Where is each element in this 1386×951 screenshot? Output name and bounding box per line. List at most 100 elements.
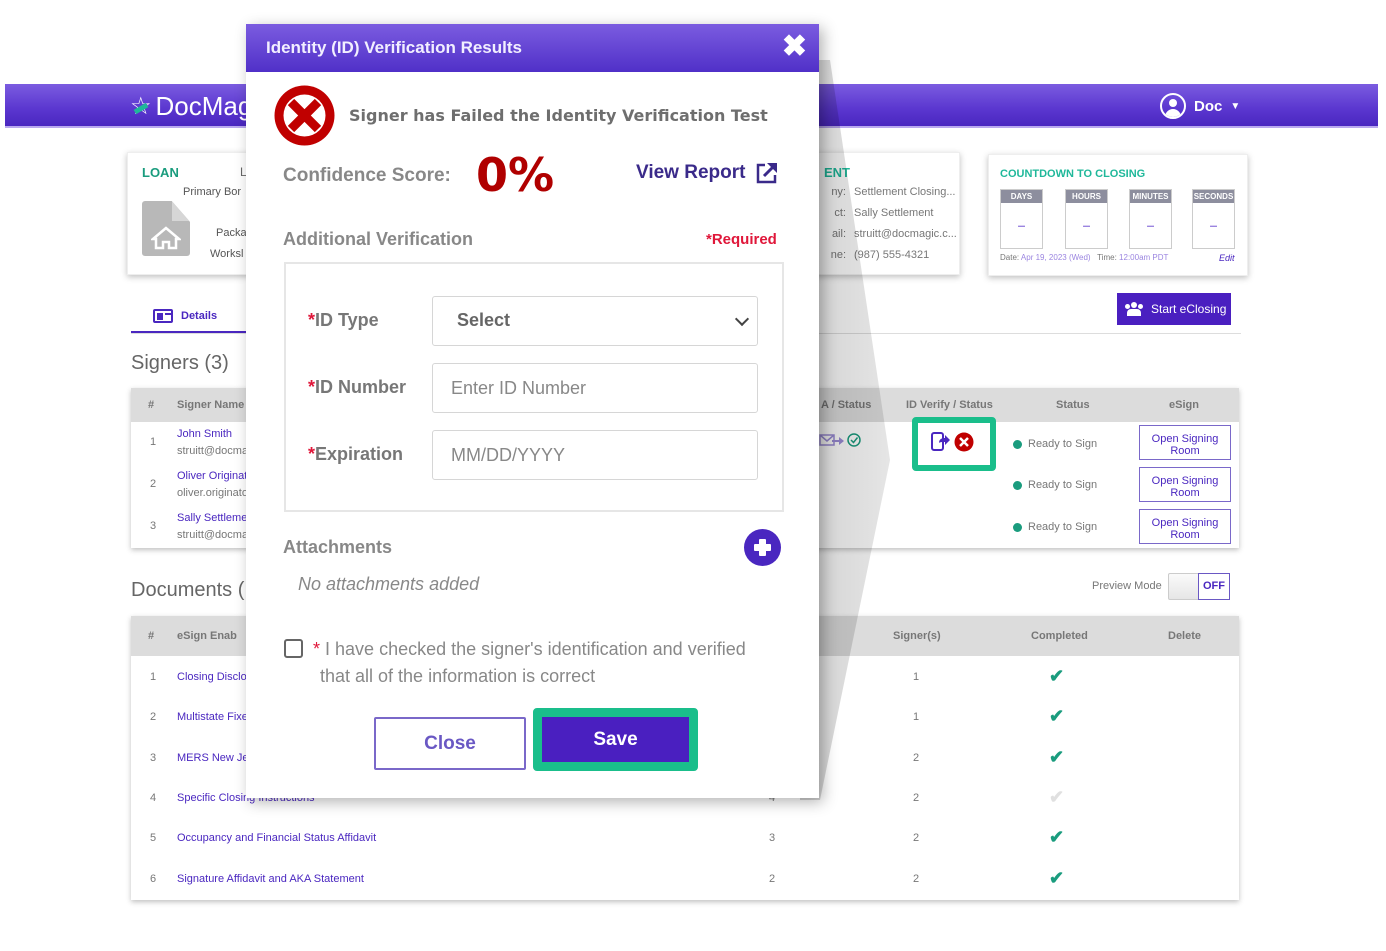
additional-verification-fieldset: *ID Type Select *ID Number *Expiration <box>284 262 784 512</box>
countdown-card: COUNTDOWN TO CLOSING DAYS – HOURS – MINUTE… <box>988 154 1248 276</box>
preview-mode-toggle[interactable]: OFF <box>1168 573 1230 600</box>
mobile-id-send-icon[interactable] <box>931 432 951 452</box>
required-note: *Required <box>706 231 777 248</box>
id-card-icon <box>153 308 173 323</box>
verification-failed-message: Signer has Failed the Identity Verificat… <box>349 106 768 125</box>
countdown-days: DAYS – <box>1000 189 1043 249</box>
identity-confirm-checkbox[interactable] <box>284 639 303 658</box>
tab-details[interactable]: Details <box>131 300 246 334</box>
col-signer-name: Signer Name <box>177 399 245 411</box>
confidence-score-label: Confidence Score: <box>283 165 451 186</box>
start-eclosing-button[interactable]: Start eClosing <box>1117 293 1231 325</box>
countdown-minutes: MINUTES – <box>1129 189 1172 249</box>
col-completed: Completed <box>1031 630 1088 642</box>
view-report-link[interactable]: View Report <box>636 161 779 185</box>
document-signer-count: 2 <box>913 872 920 885</box>
external-link-icon <box>757 163 778 184</box>
id-type-select[interactable]: Select <box>432 296 758 346</box>
completed-check-icon: ✔ <box>1049 666 1065 686</box>
status-dot <box>1013 439 1022 449</box>
closing-date-time: Date: Apr 19, 2023 (Wed) Time: 12:00am P… <box>1000 253 1169 262</box>
primary-borrower-label: Primary Bor <box>183 186 242 198</box>
house-document-icon <box>142 201 190 256</box>
col-id-verify: ID Verify / Status <box>906 399 993 411</box>
col-esign: eSign <box>1169 399 1199 411</box>
signer-name-link[interactable]: Oliver Originat <box>177 470 247 482</box>
view-report-label: View Report <box>636 162 746 183</box>
open-signing-room-button[interactable]: Open Signing Room <box>1139 467 1231 502</box>
id-verify-failed-icon[interactable] <box>954 432 974 452</box>
id-number-label: *ID Number <box>308 377 407 397</box>
col-num: # <box>148 399 155 411</box>
completed-check-icon: ✔ <box>1049 827 1065 848</box>
col-status: Status <box>1056 399 1090 411</box>
save-button[interactable]: Save <box>542 717 689 762</box>
attachments-title: Attachments <box>283 537 393 557</box>
id-type-selected-value: Select <box>457 310 511 330</box>
close-button[interactable]: Close <box>374 717 526 770</box>
countdown-seconds: SECONDS – <box>1192 189 1235 249</box>
package-label: Packa <box>216 227 247 239</box>
user-menu[interactable]: Doc ▼ <box>1160 93 1240 119</box>
document-name-link[interactable]: Signature Affidavit and AKA Statement <box>177 873 364 885</box>
star-logo-icon: ☆ <box>130 93 152 120</box>
expiration-date-input[interactable] <box>432 430 758 480</box>
confidence-score-value: 0% <box>476 148 555 202</box>
modal-header: Identity (ID) Verification Results ✖ <box>246 24 819 72</box>
document-num: 3 <box>150 751 157 764</box>
id-number-input[interactable] <box>432 363 758 413</box>
add-attachment-plus-icon[interactable] <box>744 529 781 566</box>
col-signers: Signer(s) <box>893 630 941 642</box>
worksheet-label: Worksl <box>210 248 244 260</box>
col-esign-enabled: eSign Enab <box>177 630 237 642</box>
start-eclosing-label: Start eClosing <box>1151 302 1227 316</box>
tab-details-label: Details <box>181 309 218 322</box>
document-name-link[interactable]: Multistate Fixe <box>177 711 248 723</box>
document-signer-count: 2 <box>913 832 920 845</box>
user-avatar-icon <box>1160 93 1186 119</box>
document-name-link[interactable]: Occupancy and Financial Status Affidavit <box>177 832 376 844</box>
signers-section-title: Signers (3) <box>131 352 229 374</box>
preview-mode-label: Preview Mode <box>1092 580 1162 592</box>
pending-check-icon: ✔ <box>1049 786 1065 807</box>
document-page-count: 2 <box>769 872 776 885</box>
document-signer-count: 1 <box>913 671 920 683</box>
document-num: 4 <box>150 791 157 804</box>
completed-check-icon: ✔ <box>1049 867 1065 888</box>
identity-confirm-label: * I have checked the signer's identifica… <box>313 639 746 686</box>
document-signer-count: 2 <box>913 791 920 804</box>
document-signer-count: 1 <box>913 711 920 724</box>
status-dot <box>1013 522 1022 532</box>
completed-check-icon: ✔ <box>1049 746 1065 767</box>
edit-closing-link[interactable]: Edit <box>1219 253 1235 263</box>
failed-x-circle-icon <box>274 85 335 146</box>
document-name-link[interactable]: MERS New Je <box>177 752 249 764</box>
document-num: 1 <box>150 671 157 683</box>
countdown-hours: HOURS – <box>1065 189 1108 249</box>
document-name-link[interactable]: Closing Disclo <box>177 671 247 683</box>
modal-title: Identity (ID) Verification Results <box>266 38 522 57</box>
status-dot <box>1013 480 1022 490</box>
completed-check-icon: ✔ <box>1049 706 1065 727</box>
signer-name-link[interactable]: John Smith <box>177 428 232 440</box>
countdown-title: COUNTDOWN TO CLOSING <box>1000 168 1146 180</box>
col-num: # <box>148 630 155 642</box>
modal-close-icon[interactable]: ✖ <box>782 32 807 62</box>
id-verification-modal: Identity (ID) Verification Results ✖ Sig… <box>246 24 819 798</box>
users-group-icon <box>1125 302 1143 316</box>
document-num: 2 <box>150 711 157 724</box>
document-page-count: 3 <box>769 832 776 845</box>
open-signing-room-button[interactable]: Open Signing Room <box>1139 425 1231 460</box>
col-delete: Delete <box>1168 630 1202 642</box>
loan-card-title: LOAN <box>142 165 179 180</box>
document-signer-count: 2 <box>913 751 920 764</box>
signer-name-link[interactable]: Sally Settleme <box>177 512 247 524</box>
id-type-label: *ID Type <box>308 310 379 330</box>
open-signing-room-button[interactable]: Open Signing Room <box>1139 509 1231 544</box>
preview-toggle-state: OFF <box>1198 573 1230 600</box>
caret-down-icon: ▼ <box>1230 100 1241 112</box>
document-num: 6 <box>150 872 157 885</box>
expiration-label: *Expiration <box>308 444 404 464</box>
no-attachments-text: No attachments added <box>298 574 480 594</box>
document-num: 5 <box>150 832 157 845</box>
